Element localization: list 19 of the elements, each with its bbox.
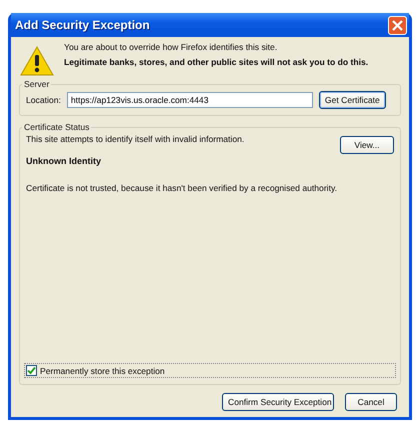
detail-text: Certificate is not trusted, because it hasn't been verified by a recognised authority. [26, 183, 338, 193]
close-button[interactable] [388, 16, 407, 34]
permanent-checkbox[interactable]: Permanently store this exception [24, 363, 396, 378]
get-certificate-button[interactable]: Get Certificate [318, 91, 386, 109]
group-legend: Server [22, 79, 52, 89]
identity-heading: Unknown Identity [26, 156, 102, 166]
view-button[interactable]: View... [340, 136, 394, 154]
warning-text: Legitimate banks, stores, and other public sites will not ask you to do this. [64, 57, 368, 67]
location-field[interactable]: https://ap123vis.us.oracle.com:4443 [66, 92, 313, 108]
cancel-button[interactable]: Cancel [345, 393, 397, 411]
window-title: Add Security Exception [15, 18, 150, 32]
location-label: Location: [26, 95, 61, 105]
status-text: This site attempts to identify itself with invalid information. [26, 134, 244, 144]
confirm-button[interactable]: Confirm Security Exception [222, 393, 334, 411]
checkbox[interactable] [26, 365, 37, 376]
warning-icon [20, 46, 54, 76]
close-icon [391, 18, 404, 32]
warning-text: You are about to override how Firefox identifies this site. [64, 42, 278, 52]
group-legend: Certificate Status [22, 122, 92, 132]
